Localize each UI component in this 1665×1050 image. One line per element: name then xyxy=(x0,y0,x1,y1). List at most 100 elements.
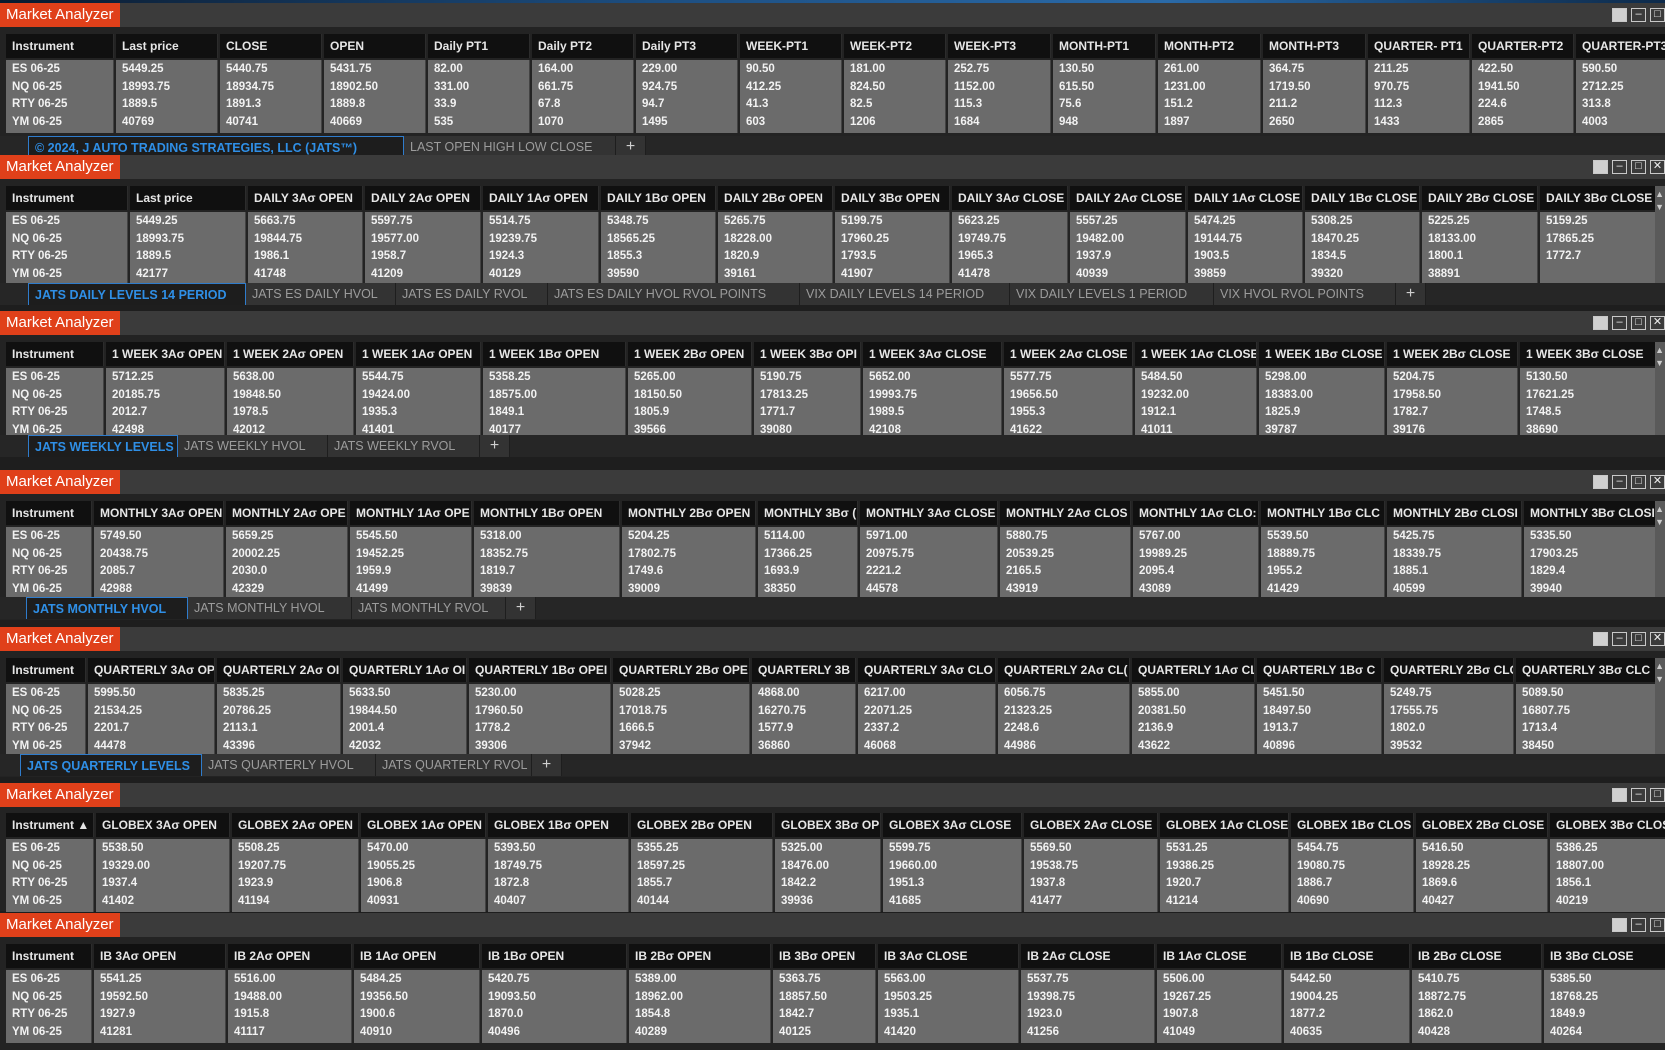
value-cell[interactable]: 18352.75 xyxy=(474,546,619,564)
panel-title-bar[interactable]: Market Analyzer – □ xyxy=(0,3,1665,27)
value-cell[interactable]: 20786.25 xyxy=(217,703,340,721)
column-header[interactable]: OPEN xyxy=(324,34,426,58)
value-cell[interactable]: 5325.00 xyxy=(775,840,880,858)
value-cell[interactable]: 18962.00 xyxy=(629,989,770,1007)
value-cell[interactable]: 5531.25 xyxy=(1160,840,1288,858)
column-header[interactable]: IB 3Aσ OPEN xyxy=(94,944,226,968)
value-cell[interactable]: 5204.25 xyxy=(622,528,755,546)
value-cell[interactable]: 40939 xyxy=(1070,266,1185,284)
column-header[interactable]: QUARTERLY 2Aσ OI xyxy=(217,658,341,682)
value-cell[interactable]: 1915.8 xyxy=(228,1006,351,1024)
column-header[interactable]: DAILY 3Bσ CLOSE xyxy=(1540,186,1656,210)
instrument-cell[interactable]: NQ 06-25 xyxy=(6,703,85,721)
workspace-tab[interactable]: JATS DAILY LEVELS 14 PERIOD xyxy=(28,283,246,305)
column-header[interactable]: IB 2Bσ OPEN xyxy=(629,944,771,968)
value-cell[interactable]: 17865.25 xyxy=(1540,231,1655,249)
column-header[interactable]: MONTH-PT1 xyxy=(1053,34,1156,58)
value-cell[interactable]: 1886.7 xyxy=(1291,875,1413,893)
column-header[interactable]: IB 1Aσ OPEN xyxy=(354,944,480,968)
value-cell[interactable]: 5484.50 xyxy=(1135,369,1256,387)
value-cell[interactable]: 18857.50 xyxy=(773,989,875,1007)
value-cell[interactable]: 412.25 xyxy=(740,79,841,97)
column-header[interactable]: MONTHLY 3Bσ ( xyxy=(758,501,858,525)
workspace-tab[interactable]: VIX HVOL RVOL POINTS xyxy=(1214,283,1396,305)
workspace-tab[interactable]: JATS MONTHLY HVOL xyxy=(26,597,188,619)
column-header[interactable]: WEEK-PT1 xyxy=(740,34,842,58)
column-header[interactable]: MONTHLY 3Aσ OPEN xyxy=(94,501,224,525)
value-cell[interactable]: 5749.50 xyxy=(94,528,223,546)
value-cell[interactable]: 1820.9 xyxy=(718,248,832,266)
value-cell[interactable]: 19844.75 xyxy=(248,231,362,249)
minimize-window-icon[interactable]: – xyxy=(1612,632,1627,646)
value-cell[interactable]: 18383.00 xyxy=(1259,387,1384,405)
value-cell[interactable]: 5544.75 xyxy=(356,369,480,387)
value-cell[interactable]: 5537.75 xyxy=(1021,971,1154,989)
value-cell[interactable]: 44578 xyxy=(860,581,997,599)
column-header[interactable]: CLOSE xyxy=(220,34,322,58)
value-cell[interactable]: 1829.4 xyxy=(1524,563,1655,581)
workspace-tab[interactable]: VIX DAILY LEVELS 1 PERIOD xyxy=(1010,283,1214,305)
value-cell[interactable]: 1869.6 xyxy=(1416,875,1547,893)
value-cell[interactable]: 19577.00 xyxy=(365,231,480,249)
value-cell[interactable]: 5880.75 xyxy=(1000,528,1130,546)
value-cell[interactable]: 1719.50 xyxy=(1263,79,1365,97)
value-cell[interactable]: 6217.00 xyxy=(858,685,995,703)
value-cell[interactable]: 39839 xyxy=(474,581,619,599)
value-cell[interactable]: 18565.25 xyxy=(601,231,715,249)
value-cell[interactable]: 19093.50 xyxy=(482,989,626,1007)
value-cell[interactable]: 19452.25 xyxy=(350,546,471,564)
column-header[interactable]: 1 WEEK 2Aσ OPEN xyxy=(227,342,354,366)
value-cell[interactable]: 5335.50 xyxy=(1524,528,1655,546)
value-cell[interactable]: 41429 xyxy=(1261,581,1384,599)
instrument-cell[interactable]: RTY 06-25 xyxy=(6,248,127,266)
value-cell[interactable]: 1907.8 xyxy=(1157,1006,1281,1024)
value-cell[interactable]: 5416.50 xyxy=(1416,840,1547,858)
value-cell[interactable]: 1937.9 xyxy=(1070,248,1185,266)
value-cell[interactable]: 5449.25 xyxy=(130,213,245,231)
value-cell[interactable]: 824.50 xyxy=(844,79,945,97)
column-header[interactable]: MONTHLY 2Aσ OPE xyxy=(226,501,348,525)
restore-window-icon[interactable] xyxy=(1612,788,1627,802)
value-cell[interactable]: 5451.50 xyxy=(1257,685,1381,703)
value-cell[interactable]: 18807.00 xyxy=(1550,858,1665,876)
value-cell[interactable]: 4003 xyxy=(1576,114,1665,132)
value-cell[interactable]: 17960.50 xyxy=(469,703,610,721)
instrument-cell[interactable]: ES 06-25 xyxy=(6,528,91,546)
workspace-tab[interactable]: JATS ES DAILY HVOL xyxy=(246,283,396,305)
instrument-cell[interactable]: YM 06-25 xyxy=(6,581,91,599)
instrument-cell[interactable]: ES 06-25 xyxy=(6,685,85,703)
value-cell[interactable]: 19386.25 xyxy=(1160,858,1288,876)
column-header[interactable]: 1 WEEK 1Aσ CLOSE xyxy=(1135,342,1257,366)
value-cell[interactable]: 115.3 xyxy=(948,96,1050,114)
column-header[interactable]: Daily PT1 xyxy=(428,34,530,58)
value-cell[interactable]: 5389.00 xyxy=(629,971,770,989)
value-cell[interactable]: 40599 xyxy=(1387,581,1521,599)
add-tab-button[interactable]: + xyxy=(532,754,562,776)
close-window-icon[interactable]: ✕ xyxy=(1650,632,1665,646)
instrument-cell[interactable]: RTY 06-25 xyxy=(6,1006,91,1024)
instrument-cell[interactable]: NQ 06-25 xyxy=(6,546,91,564)
value-cell[interactable]: 5663.75 xyxy=(248,213,362,231)
column-header[interactable]: Last price xyxy=(130,186,246,210)
value-cell[interactable]: 5318.00 xyxy=(474,528,619,546)
column-header[interactable]: GLOBEX 3Bσ CLOS xyxy=(1550,813,1665,837)
value-cell[interactable]: 18889.75 xyxy=(1261,546,1384,564)
value-cell[interactable]: 19267.25 xyxy=(1157,989,1281,1007)
value-cell[interactable]: 40427 xyxy=(1416,893,1547,911)
value-cell[interactable]: 19398.75 xyxy=(1021,989,1154,1007)
value-cell[interactable]: 5545.50 xyxy=(350,528,471,546)
value-cell[interactable]: 603 xyxy=(740,114,841,132)
value-cell[interactable]: 1206 xyxy=(844,114,945,132)
value-cell[interactable]: 1941.50 xyxy=(1472,79,1573,97)
value-cell[interactable]: 38350 xyxy=(758,581,857,599)
value-cell[interactable]: 41402 xyxy=(96,893,229,911)
value-cell[interactable]: 19656.50 xyxy=(1004,387,1132,405)
value-cell[interactable]: 16807.75 xyxy=(1516,703,1655,721)
value-cell[interactable]: 331.00 xyxy=(428,79,529,97)
value-cell[interactable]: 37942 xyxy=(613,738,749,756)
value-cell[interactable]: 5599.75 xyxy=(883,840,1021,858)
value-cell[interactable]: 2085.7 xyxy=(94,563,223,581)
value-cell[interactable]: 5028.25 xyxy=(613,685,749,703)
value-cell[interactable]: 41117 xyxy=(228,1024,351,1042)
value-cell[interactable]: 1958.7 xyxy=(365,248,480,266)
